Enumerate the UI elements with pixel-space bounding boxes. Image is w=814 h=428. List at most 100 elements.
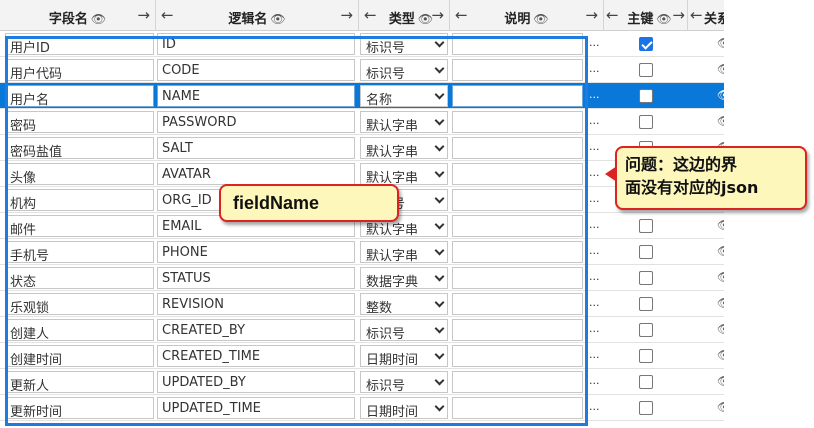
table-row[interactable]: 手机号PHONE 默认字串... 👁 — [0, 239, 724, 265]
type-select[interactable]: 默认字串 — [360, 163, 448, 186]
logic-name-input[interactable]: SALT — [157, 137, 355, 159]
more-button[interactable]: ... — [589, 36, 603, 49]
field-name-input[interactable]: 用户名 — [5, 85, 154, 107]
field-name-input[interactable]: 密码盐值 — [5, 137, 154, 159]
eye-icon[interactable]: 👁 — [717, 270, 724, 284]
field-name-input[interactable]: 用户ID — [5, 33, 154, 55]
more-button[interactable]: ... — [589, 166, 603, 179]
col-header-logic-name[interactable]: ← 逻辑名 👁 → — [156, 0, 359, 31]
more-button[interactable]: ... — [589, 322, 603, 335]
more-button[interactable]: ... — [589, 374, 603, 387]
eye-icon[interactable]: 👁 — [717, 88, 724, 102]
desc-input[interactable] — [452, 267, 583, 289]
field-name-input[interactable]: 创建人 — [5, 319, 154, 341]
type-select[interactable]: 标识号 — [360, 319, 448, 342]
primary-key-checkbox[interactable] — [639, 89, 653, 103]
logic-name-input[interactable]: AVATAR — [157, 163, 355, 185]
more-button[interactable]: ... — [589, 296, 603, 309]
logic-name-input[interactable]: UPDATED_BY — [157, 371, 355, 393]
desc-input[interactable] — [452, 189, 583, 211]
primary-key-checkbox[interactable] — [639, 245, 653, 259]
more-button[interactable]: ... — [589, 62, 603, 75]
desc-input[interactable] — [452, 241, 583, 263]
primary-key-checkbox[interactable] — [639, 115, 653, 129]
type-select[interactable]: 日期时间 — [360, 397, 448, 420]
field-name-input[interactable]: 乐观锁 — [5, 293, 154, 315]
type-select[interactable]: 默认字串 — [360, 241, 448, 264]
field-name-input[interactable]: 状态 — [5, 267, 154, 289]
table-row[interactable]: 更新人UPDATED_BY 标识号... 👁 — [0, 369, 724, 395]
eye-slash-icon[interactable]: 👁 — [533, 12, 548, 26]
eye-icon[interactable]: 👁 — [717, 400, 724, 414]
desc-input[interactable] — [452, 319, 583, 341]
primary-key-checkbox[interactable] — [639, 271, 653, 285]
col-header-field-name[interactable]: 字段名 👁 → — [0, 0, 156, 31]
type-select[interactable]: 标识号 — [360, 371, 448, 394]
field-name-input[interactable]: 密码 — [5, 111, 154, 133]
type-select[interactable]: 整数 — [360, 293, 448, 316]
more-button[interactable]: ... — [589, 114, 603, 127]
eye-icon[interactable]: 👁 — [717, 62, 724, 76]
logic-name-input[interactable]: REVISION — [157, 293, 355, 315]
field-name-input[interactable]: 手机号 — [5, 241, 154, 263]
arrow-right-icon[interactable]: → — [340, 6, 353, 24]
primary-key-checkbox[interactable] — [639, 63, 653, 77]
type-select[interactable]: 日期时间 — [360, 345, 448, 368]
desc-input[interactable] — [452, 111, 583, 133]
logic-name-input[interactable]: CODE — [157, 59, 355, 81]
table-row[interactable]: 状态STATUS 数据字典... 👁 — [0, 265, 724, 291]
table-row[interactable]: 用户名NAME 名称... 👁 — [0, 83, 724, 109]
col-header-desc[interactable]: ← 说明 👁 → — [450, 0, 604, 31]
table-row[interactable]: 用户IDID 标识号... 👁 — [0, 31, 724, 57]
more-button[interactable]: ... — [589, 270, 603, 283]
more-button[interactable]: ... — [589, 244, 603, 257]
field-name-input[interactable]: 头像 — [5, 163, 154, 185]
table-row[interactable]: 创建时间CREATED_TIME 日期时间... 👁 — [0, 343, 724, 369]
col-header-primary-key[interactable]: ← 主键 👁 → — [604, 0, 688, 31]
arrow-right-icon[interactable]: → — [585, 6, 598, 24]
field-name-input[interactable]: 机构 — [5, 189, 154, 211]
table-row[interactable]: 创建人CREATED_BY 标识号... 👁 — [0, 317, 724, 343]
desc-input[interactable] — [452, 33, 583, 55]
table-row[interactable]: 用户代码CODE 标识号... 👁 — [0, 57, 724, 83]
primary-key-checkbox[interactable] — [639, 349, 653, 363]
eye-icon[interactable]: 👁 — [270, 12, 285, 26]
desc-input[interactable] — [452, 397, 583, 419]
desc-input[interactable] — [452, 293, 583, 315]
eye-icon[interactable]: 👁 — [717, 244, 724, 258]
desc-input[interactable] — [452, 85, 583, 107]
field-name-input[interactable]: 更新人 — [5, 371, 154, 393]
primary-key-checkbox[interactable] — [639, 37, 653, 51]
type-select[interactable]: 标识号 — [360, 59, 448, 82]
type-select[interactable]: 默认字串 — [360, 137, 448, 160]
logic-name-input[interactable]: NAME — [157, 85, 355, 107]
type-select[interactable]: 标识号 — [360, 33, 448, 56]
eye-icon[interactable]: 👁 — [717, 322, 724, 336]
table-row[interactable]: 乐观锁REVISION 整数... 👁 — [0, 291, 724, 317]
col-header-type[interactable]: ← 类型 👁 → — [359, 0, 450, 31]
more-button[interactable]: ... — [589, 400, 603, 413]
field-name-input[interactable]: 更新时间 — [5, 397, 154, 419]
more-button[interactable]: ... — [589, 192, 603, 205]
more-button[interactable]: ... — [589, 348, 603, 361]
desc-input[interactable] — [452, 59, 583, 81]
more-button[interactable]: ... — [589, 218, 603, 231]
type-select[interactable]: 名称 — [360, 85, 448, 108]
col-header-relation[interactable]: ← 关系 — [688, 0, 724, 31]
arrow-right-icon[interactable]: → — [137, 6, 150, 24]
primary-key-checkbox[interactable] — [639, 375, 653, 389]
arrow-right-icon[interactable]: → — [431, 6, 444, 24]
logic-name-input[interactable]: CREATED_TIME — [157, 345, 355, 367]
eye-icon[interactable]: 👁 — [717, 296, 724, 310]
logic-name-input[interactable]: PHONE — [157, 241, 355, 263]
field-name-input[interactable]: 邮件 — [5, 215, 154, 237]
eye-icon[interactable]: 👁 — [717, 348, 724, 362]
arrow-right-icon[interactable]: → — [672, 6, 685, 24]
desc-input[interactable] — [452, 215, 583, 237]
logic-name-input[interactable]: STATUS — [157, 267, 355, 289]
eye-icon[interactable]: 👁 — [91, 12, 106, 26]
table-row[interactable]: 更新时间UPDATED_TIME 日期时间... 👁 — [0, 395, 724, 421]
table-row[interactable]: 密码PASSWORD 默认字串... 👁 — [0, 109, 724, 135]
logic-name-input[interactable]: CREATED_BY — [157, 319, 355, 341]
type-select[interactable]: 默认字串 — [360, 111, 448, 134]
